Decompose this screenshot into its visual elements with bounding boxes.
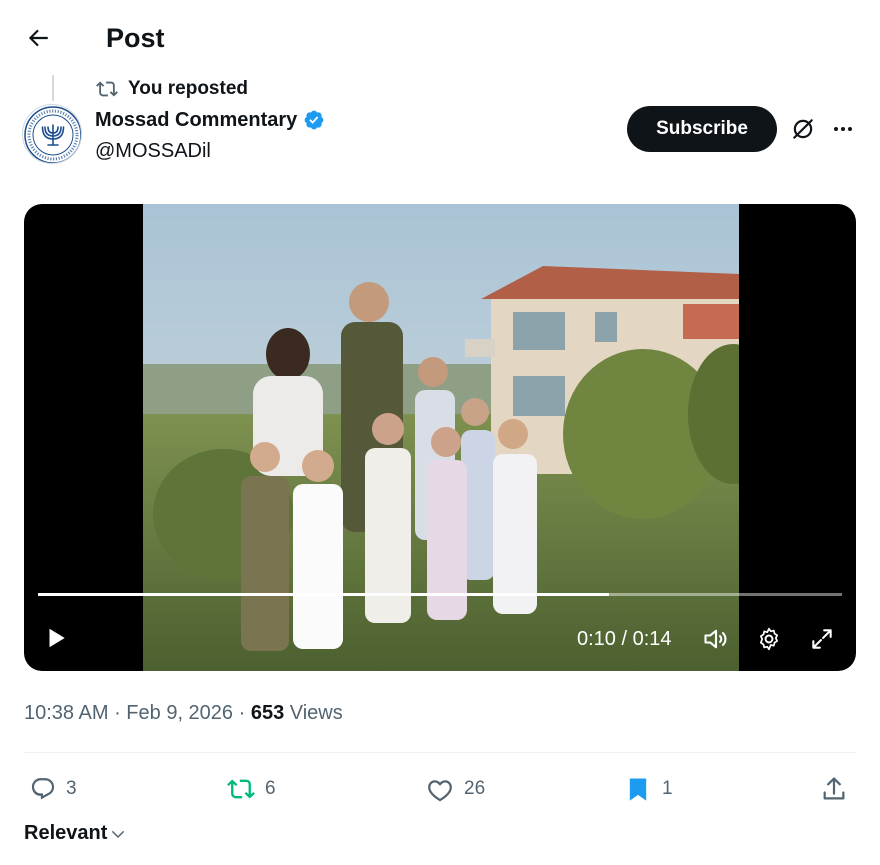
bookmark-count: 1 [662,778,673,799]
bookmark-icon [629,778,647,801]
volume-icon [704,629,727,649]
repost-button[interactable]: 6 [227,772,276,806]
fullscreen-button[interactable] [806,623,838,655]
post-header: Post [0,0,880,78]
divider [24,752,856,753]
author-name-row[interactable]: Mossad Commentary [95,107,325,133]
video-progress-fill [38,593,609,596]
video-time-separator: / [615,628,633,650]
volume-button[interactable] [700,623,732,655]
replies-sort-dropdown[interactable]: Relevant [24,822,127,845]
reply-button[interactable]: 3 [30,772,77,806]
views-label: Views [284,702,343,724]
subscribe-button[interactable]: Subscribe [627,106,777,152]
repost-context[interactable]: You reposted [96,77,248,101]
avatar[interactable] [22,104,82,164]
video-time: 0:10 / 0:14 [577,627,672,651]
video-duration: 0:14 [632,628,672,650]
post-date[interactable]: Feb 9, 2026 [126,702,233,724]
page-title: Post [106,23,165,53]
repost-icon [227,779,255,799]
author-name[interactable]: Mossad Commentary [95,107,297,133]
reply-icon [31,778,55,800]
video-frame [143,204,739,671]
more-icon [834,127,852,131]
meta-separator-1: · [108,702,127,724]
settings-button[interactable] [753,623,785,655]
like-button[interactable]: 26 [426,772,485,806]
repost-icon [96,81,118,97]
share-button[interactable] [818,772,850,806]
sort-label: Relevant [24,822,108,844]
video-player[interactable]: 0:10 / 0:14 [24,204,856,671]
gear-icon [760,627,778,651]
author-handle[interactable]: @MOSSADil [95,138,211,164]
thread-line [52,75,54,101]
grok-button[interactable] [788,114,818,144]
expand-icon [812,629,832,649]
play-icon [49,628,65,648]
arrow-left-icon [28,29,48,47]
repost-label: You reposted [128,78,248,99]
heart-icon [428,780,452,802]
post-meta: 10:38 AM · Feb 9, 2026 · 653 Views [24,700,343,726]
share-icon [823,777,845,800]
like-count: 26 [464,778,486,799]
reply-count: 3 [66,778,77,799]
chevron-down-icon [112,830,125,838]
video-thumbnail [143,204,739,671]
grok-icon [793,119,813,139]
mossad-emblem-logo [24,106,81,163]
play-button[interactable] [38,620,74,656]
views-count[interactable]: 653 [251,702,284,724]
repost-count: 6 [265,778,276,799]
more-button[interactable] [828,114,858,144]
verified-badge-icon [304,110,324,130]
bookmark-button[interactable]: 1 [624,772,673,806]
video-progress-bar[interactable] [38,593,842,596]
back-button[interactable] [22,22,54,54]
meta-separator-2: · [233,702,251,724]
video-current-time: 0:10 [577,628,616,650]
post-time[interactable]: 10:38 AM [24,702,109,724]
